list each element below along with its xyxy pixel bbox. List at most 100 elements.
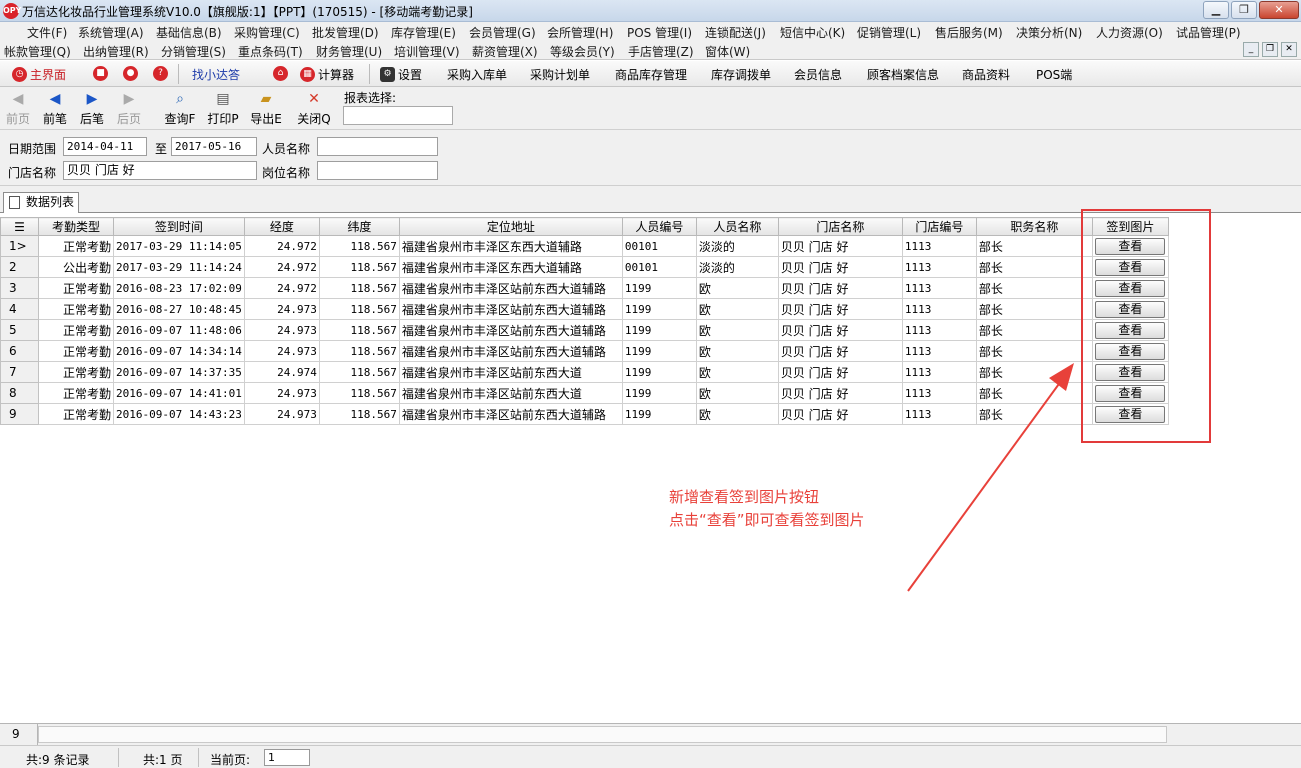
attendance-type-cell: 正常考勤	[38, 361, 114, 383]
menu-trial[interactable]: 试品管理(P)	[1176, 24, 1241, 41]
menu-decision[interactable]: 决策分析(N)	[1016, 24, 1082, 41]
store-name-field[interactable]: 贝贝 门店 好	[63, 161, 257, 180]
post-name-field[interactable]	[317, 161, 438, 180]
table-row[interactable]: 2 公出考勤 2017-03-29 11:14:24 24.972 118.567 福建省…	[0, 256, 1169, 278]
link-pos-terminal[interactable]: POS端	[1036, 66, 1072, 83]
table-row[interactable]: 6 正常考勤 2016-09-07 14:34:14 24.973 118.567 福建省…	[0, 340, 1169, 362]
total-pages: 共:1 页	[143, 753, 183, 767]
column-header[interactable]: 经度	[243, 217, 320, 236]
export-button[interactable]: ▰ 导出E	[248, 91, 284, 127]
attendance-type-cell: 正常考勤	[38, 235, 114, 257]
horizontal-scrollbar[interactable]	[38, 726, 1167, 743]
query-button[interactable]: ⌕ 查询F	[162, 91, 198, 127]
link-purchase-plan[interactable]: 采购计划单	[530, 66, 590, 83]
menu-distribution[interactable]: 分销管理(S)	[161, 43, 226, 60]
menu-member[interactable]: 会员管理(G)	[469, 24, 536, 41]
menu-barcode[interactable]: 重点条码(T)	[238, 43, 303, 60]
next-record-button[interactable]: ▶ 后笔	[74, 91, 110, 127]
help-button[interactable]: ?	[153, 66, 168, 81]
current-page-label: 当前页:	[210, 753, 251, 767]
menu-chain-delivery[interactable]: 连锁配送(J)	[705, 24, 766, 41]
menu-basic-info[interactable]: 基础信息(B)	[156, 24, 222, 41]
date-from-field[interactable]: 2014-04-11	[63, 137, 147, 156]
table-row[interactable]: 1> 正常考勤 2017-03-29 11:14:05 24.972 118.567 福建…	[0, 235, 1169, 257]
menu-club[interactable]: 会所管理(H)	[547, 24, 613, 41]
tab-data-list[interactable]: 数据列表	[3, 192, 79, 213]
last-page-button[interactable]: ▶ 后页	[111, 91, 147, 127]
mdi-close-button[interactable]: ✕	[1281, 42, 1297, 57]
row-indicator: 8	[0, 382, 39, 404]
menu-sms[interactable]: 短信中心(K)	[780, 24, 845, 41]
column-header[interactable]: 职务名称	[975, 217, 1093, 236]
close-window-button[interactable]: ✕	[1259, 1, 1299, 19]
current-page-input[interactable]: 1	[264, 749, 310, 766]
menu-cashier[interactable]: 出纳管理(R)	[83, 43, 149, 60]
home-shortcut-button[interactable]: ⌂	[273, 66, 288, 81]
link-stock-transfer[interactable]: 库存调拨单	[711, 66, 771, 83]
menu-salary[interactable]: 薪资管理(X)	[472, 43, 538, 60]
settings-button[interactable]: ⚙ 设置	[380, 66, 422, 83]
maximize-button[interactable]: ❐	[1231, 1, 1257, 19]
longitude-cell: 24.973	[243, 340, 320, 362]
person-name-cell: 欧	[695, 319, 779, 341]
table-row[interactable]: 4 正常考勤 2016-08-27 10:48:45 24.973 118.567 福建省…	[0, 298, 1169, 320]
menu-hand-store[interactable]: 手店管理(Z)	[628, 43, 694, 60]
printer-icon: ▤	[216, 91, 230, 107]
menu-accounts[interactable]: 帐款管理(Q)	[4, 43, 71, 60]
address-cell: 福建省泉州市丰泽区站前东西大道辅路	[398, 403, 623, 425]
close-form-button[interactable]: ✕ 关闭Q	[296, 91, 332, 127]
link-customer-profile[interactable]: 顾客档案信息	[867, 66, 939, 83]
lock-button[interactable]: ■	[93, 66, 108, 81]
menu-system[interactable]: 系统管理(A)	[78, 24, 144, 41]
mdi-restore-button[interactable]: ❐	[1262, 42, 1278, 57]
menu-level-member[interactable]: 等级会员(Y)	[550, 43, 615, 60]
link-member-info[interactable]: 会员信息	[794, 66, 842, 83]
person-id-cell: 1199	[621, 403, 697, 425]
calculator-button[interactable]: ▦ 计算器	[300, 66, 354, 83]
previous-record-button[interactable]: ◀ 前笔	[37, 91, 73, 127]
minimize-button[interactable]: ▁	[1203, 1, 1229, 19]
menu-file[interactable]: 文件(F)	[27, 24, 67, 41]
menu-wholesale[interactable]: 批发管理(D)	[312, 24, 379, 41]
menu-training[interactable]: 培训管理(V)	[394, 43, 460, 60]
menu-finance[interactable]: 财务管理(U)	[316, 43, 382, 60]
first-page-button[interactable]: ◀ 前页	[0, 91, 36, 127]
person-name-field[interactable]	[317, 137, 438, 156]
menu-purchase[interactable]: 采购管理(C)	[234, 24, 300, 41]
link-product-data[interactable]: 商品资料	[962, 66, 1010, 83]
column-header[interactable]: 纬度	[318, 217, 400, 236]
print-button[interactable]: ▤ 打印P	[205, 91, 241, 127]
table-row[interactable]: 5 正常考勤 2016-09-07 11:48:06 24.973 118.567 福建省…	[0, 319, 1169, 341]
column-header[interactable]: 人员名称	[695, 217, 779, 236]
table-row[interactable]: 7 正常考勤 2016-09-07 14:37:35 24.974 118.567 福建省…	[0, 361, 1169, 383]
link-purchase-inbound[interactable]: 采购入库单	[447, 66, 507, 83]
search-document-icon: ⌕	[176, 91, 184, 107]
column-header[interactable]: 门店名称	[777, 217, 903, 236]
menu-hr[interactable]: 人力资源(O)	[1096, 24, 1163, 41]
column-header[interactable]: 人员编号	[621, 217, 697, 236]
menu-after-sales[interactable]: 售后服务(M)	[935, 24, 1003, 41]
menu-pos[interactable]: POS 管理(I)	[627, 24, 692, 41]
table-row[interactable]: 9 正常考勤 2016-09-07 14:43:23 24.973 118.567 福建省…	[0, 403, 1169, 425]
post-name-cell: 部长	[975, 403, 1093, 425]
column-header[interactable]: 门店编号	[901, 217, 977, 236]
column-header[interactable]: 考勤类型	[38, 217, 114, 236]
column-header[interactable]: 签到时间	[113, 217, 245, 236]
home-button[interactable]: ◷ 主界面	[12, 66, 66, 83]
menu-window[interactable]: 窗体(W)	[705, 43, 750, 60]
link-stock-management[interactable]: 商品库存管理	[615, 66, 687, 83]
longitude-cell: 24.972	[243, 256, 320, 278]
report-select[interactable]	[343, 106, 453, 125]
table-row[interactable]: 8 正常考勤 2016-09-07 14:41:01 24.973 118.567 福建省…	[0, 382, 1169, 404]
menu-promotion[interactable]: 促销管理(L)	[857, 24, 921, 41]
title-bar: OPY 万信达化妆品行业管理系统V10.0【旗舰版:1】【PPT】(170515…	[0, 0, 1301, 22]
post-name-cell: 部长	[975, 382, 1093, 404]
table-row[interactable]: 3 正常考勤 2016-08-23 17:02:09 24.972 118.567 福建省…	[0, 277, 1169, 299]
date-to-field[interactable]: 2017-05-16	[171, 137, 257, 156]
chat-button[interactable]: ●	[123, 66, 138, 81]
find-assistant-button[interactable]: 找小达答	[192, 66, 240, 83]
column-header[interactable]: 定位地址	[398, 217, 623, 236]
row-indicator-header[interactable]: ☰	[0, 217, 39, 236]
mdi-minimize-button[interactable]: _	[1243, 42, 1259, 57]
menu-inventory[interactable]: 库存管理(E)	[391, 24, 456, 41]
